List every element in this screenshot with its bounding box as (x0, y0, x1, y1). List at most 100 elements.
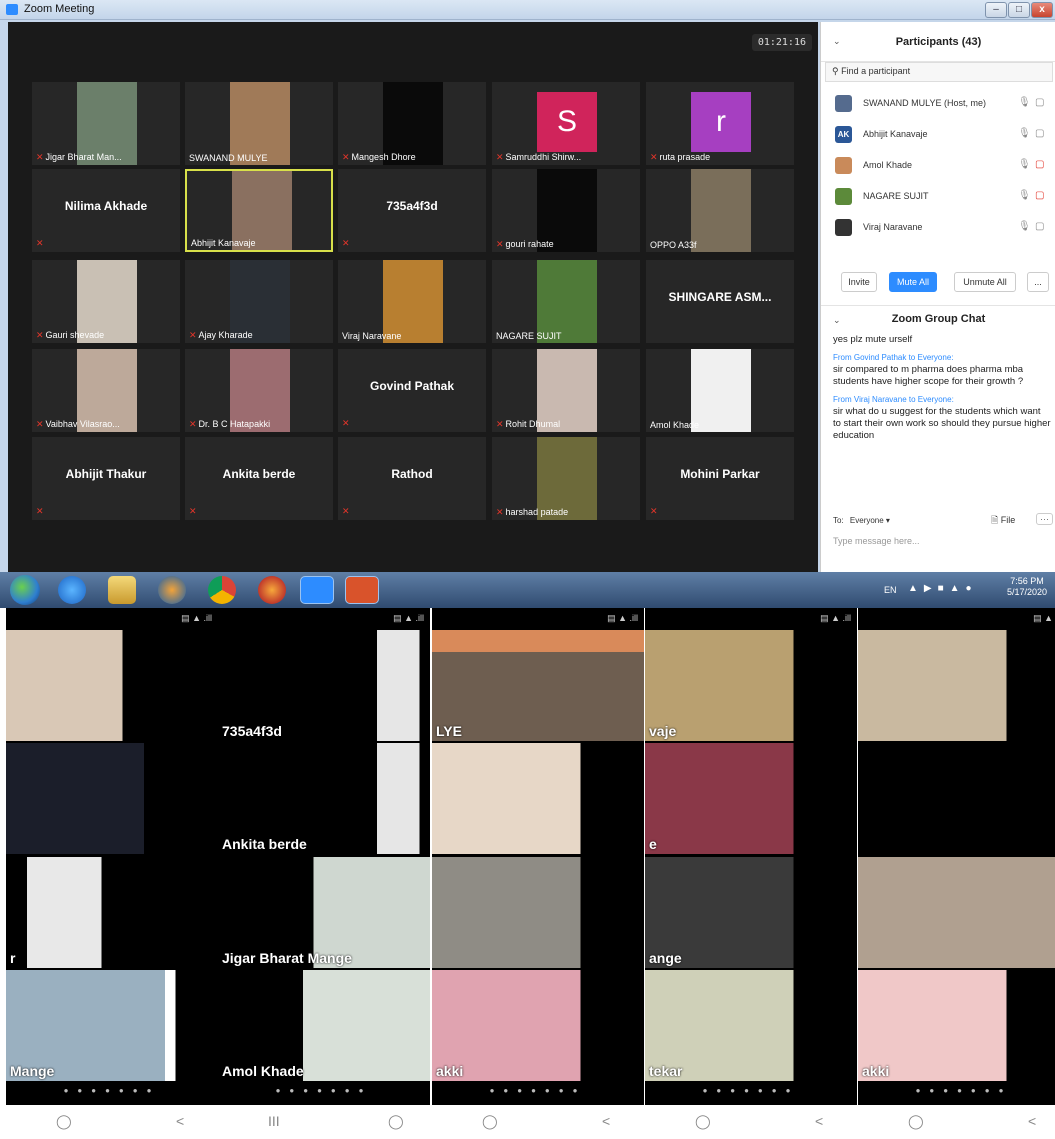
video-tile[interactable]: Amol Khade (646, 349, 794, 432)
status-bar: ▤ ▲ .ill (432, 608, 644, 628)
camera-off-icon[interactable]: ▢ (1035, 159, 1044, 170)
chat-more-button[interactable]: ··· (1036, 513, 1053, 525)
home-nav-icon[interactable]: ◯ (56, 1113, 72, 1130)
start-button-icon[interactable] (10, 575, 40, 605)
phone-participant-label: akki (862, 1063, 890, 1079)
recipient-dropdown[interactable]: Everyone ▾ (850, 516, 890, 525)
status-bar: ▤ ▲ .ill (6, 608, 218, 628)
video-tile[interactable]: OPPO A33f (646, 169, 794, 252)
camera-icon[interactable]: ▢ (1035, 97, 1044, 108)
media-player-icon[interactable] (158, 576, 186, 604)
back-nav-icon[interactable]: ◯ (388, 1113, 404, 1130)
participant-avatar (835, 95, 852, 112)
participant-name: Amol Khade (650, 420, 700, 430)
more-button[interactable]: ... (1027, 272, 1049, 292)
video-tile[interactable]: Mohini Parkar ✕ (646, 437, 794, 520)
chat-message: From Govind Pathak to Everyone: sir compa… (833, 352, 1051, 388)
video-tile[interactable]: Nilima Akhade ✕ (32, 169, 180, 252)
camera-icon[interactable]: ▢ (1035, 128, 1044, 139)
video-tile[interactable]: Abhijit Kanavaje (185, 169, 333, 252)
powerpoint-icon[interactable] (345, 576, 379, 604)
participant-row[interactable]: SWANAND MULYE (Host, me) 🎙 ▢ (821, 88, 1055, 119)
camera-icon[interactable]: ▢ (1035, 221, 1044, 232)
participant-row[interactable]: NAGARE SUJIT 🎙 ▢ (821, 181, 1055, 212)
phone-participant-label: Mange (10, 1063, 55, 1079)
mic-icon[interactable]: 🎙 (1018, 97, 1031, 108)
zoom-taskbar-icon[interactable] (300, 576, 334, 604)
video-tile[interactable]: ✕ gouri rahate (492, 169, 640, 252)
video-tile[interactable]: S ✕ Samruddhi Shirw... (492, 82, 640, 165)
phone-video-cell: Amol Khade (218, 970, 430, 1081)
phone-video-cell (858, 857, 1055, 968)
participants-title: Participants (43) (895, 36, 982, 48)
participant-name-label: Viraj Naravane (342, 331, 484, 341)
minimize-button[interactable]: – (985, 2, 1007, 18)
chat-text: yes plz mute urself (833, 334, 913, 345)
meeting-timer: 01:21:16 (751, 34, 812, 51)
file-icon: 🗎 (991, 515, 999, 525)
home-nav-icon[interactable]: III (268, 1113, 280, 1129)
system-clock[interactable]: 7:56 PM 5/17/2020 (1007, 576, 1047, 598)
video-tile[interactable]: ✕ Mangesh Dhore (338, 82, 486, 165)
firefox-icon[interactable] (258, 576, 286, 604)
maximize-button[interactable]: □ (1008, 2, 1030, 18)
back-nav-icon[interactable]: < (1028, 1113, 1036, 1129)
participant-row[interactable]: AK Abhijit Kanavaje 🎙 ▢ (821, 119, 1055, 150)
video-tile[interactable]: SHINGARE ASM... (646, 260, 794, 343)
home-nav-icon[interactable]: ◯ (908, 1113, 924, 1130)
status-bar: ▤ ▲ .ill (218, 608, 430, 628)
mute-all-button[interactable]: Mute All (889, 272, 937, 292)
internet-explorer-icon[interactable] (58, 576, 86, 604)
home-nav-icon[interactable]: ◯ (482, 1113, 498, 1130)
back-nav-icon[interactable]: < (176, 1113, 184, 1129)
phone-screenshot: ▤ ▲ .ill r Mange ●●●●●●● ◯ < (6, 608, 218, 1139)
video-tile[interactable]: NAGARE SUJIT (492, 260, 640, 343)
video-tile[interactable]: ✕ harshad patade (492, 437, 640, 520)
tray-icons[interactable]: ▲▶■▲● (908, 583, 978, 594)
video-tile[interactable]: r ✕ ruta prasade (646, 82, 794, 165)
video-tile[interactable]: ✕ Ajay Kharade (185, 260, 333, 343)
language-indicator[interactable]: EN (884, 585, 897, 595)
video-tile[interactable]: Viraj Naravane (338, 260, 486, 343)
video-tile[interactable]: ✕ Vaibhav Vilasrao... (32, 349, 180, 432)
mic-icon[interactable]: 🎙 (1018, 190, 1031, 201)
video-tile[interactable]: Abhijit Thakur ✕ (32, 437, 180, 520)
chat-message: yes plz mute urself (833, 334, 1051, 346)
mic-icon[interactable]: 🎙 (1018, 159, 1031, 170)
phone-video-cell (432, 857, 644, 968)
video-tile[interactable]: ✕ Dr. B C Hatapakki (185, 349, 333, 432)
invite-button[interactable]: Invite (841, 272, 877, 292)
participant-avatar: AK (835, 126, 852, 143)
file-explorer-icon[interactable] (108, 576, 136, 604)
participant-name: Ajay Kharade (198, 330, 253, 340)
chrome-icon[interactable] (208, 576, 236, 604)
video-tile[interactable]: 735a4f3d ✕ (338, 169, 486, 252)
participant-search-input[interactable]: ⚲ Find a participant (825, 62, 1053, 82)
recipient-value: Everyone (849, 516, 884, 525)
video-tile[interactable]: SWANAND MULYE (185, 82, 333, 165)
video-tile[interactable]: Govind Pathak ✕ (338, 349, 486, 432)
video-tile[interactable]: ✕ Gauri shevade (32, 260, 180, 343)
video-tile[interactable]: Ankita berde ✕ (185, 437, 333, 520)
camera-off-icon[interactable]: ▢ (1035, 190, 1044, 201)
back-nav-icon[interactable]: < (815, 1113, 823, 1129)
unmute-all-button[interactable]: Unmute All (954, 272, 1016, 292)
file-button[interactable]: 🗎 File (991, 513, 1015, 529)
mic-icon[interactable]: 🎙 (1018, 221, 1031, 232)
participant-row[interactable]: Amol Khade 🎙 ▢ (821, 150, 1055, 181)
page-dots: ●●●●●●● (63, 1086, 161, 1095)
mic-icon[interactable]: 🎙 (1018, 128, 1031, 139)
phone-video-cell: Jigar Bharat Mange (218, 857, 430, 968)
chat-message-input[interactable]: Type message here... (833, 536, 920, 546)
participant-initial-avatar: r (691, 92, 751, 152)
video-tile[interactable]: ✕ Jigar Bharat Man... (32, 82, 180, 165)
video-tile[interactable]: Rathod ✕ (338, 437, 486, 520)
gallery-view: 01:21:16 ✕ Jigar Bharat Man... SWANAND MUL… (8, 22, 818, 572)
close-button[interactable]: x (1031, 2, 1053, 18)
video-tile[interactable]: ✕ Rohit Dhumal (492, 349, 640, 432)
participant-row[interactable]: Viraj Naravane 🎙 ▢ (821, 212, 1055, 243)
home-nav-icon[interactable]: ◯ (695, 1113, 711, 1130)
participant-name: Jigar Bharat Man... (45, 152, 122, 162)
participant-name-label: ✕ Rohit Dhumal (496, 419, 638, 430)
back-nav-icon[interactable]: < (602, 1113, 610, 1129)
